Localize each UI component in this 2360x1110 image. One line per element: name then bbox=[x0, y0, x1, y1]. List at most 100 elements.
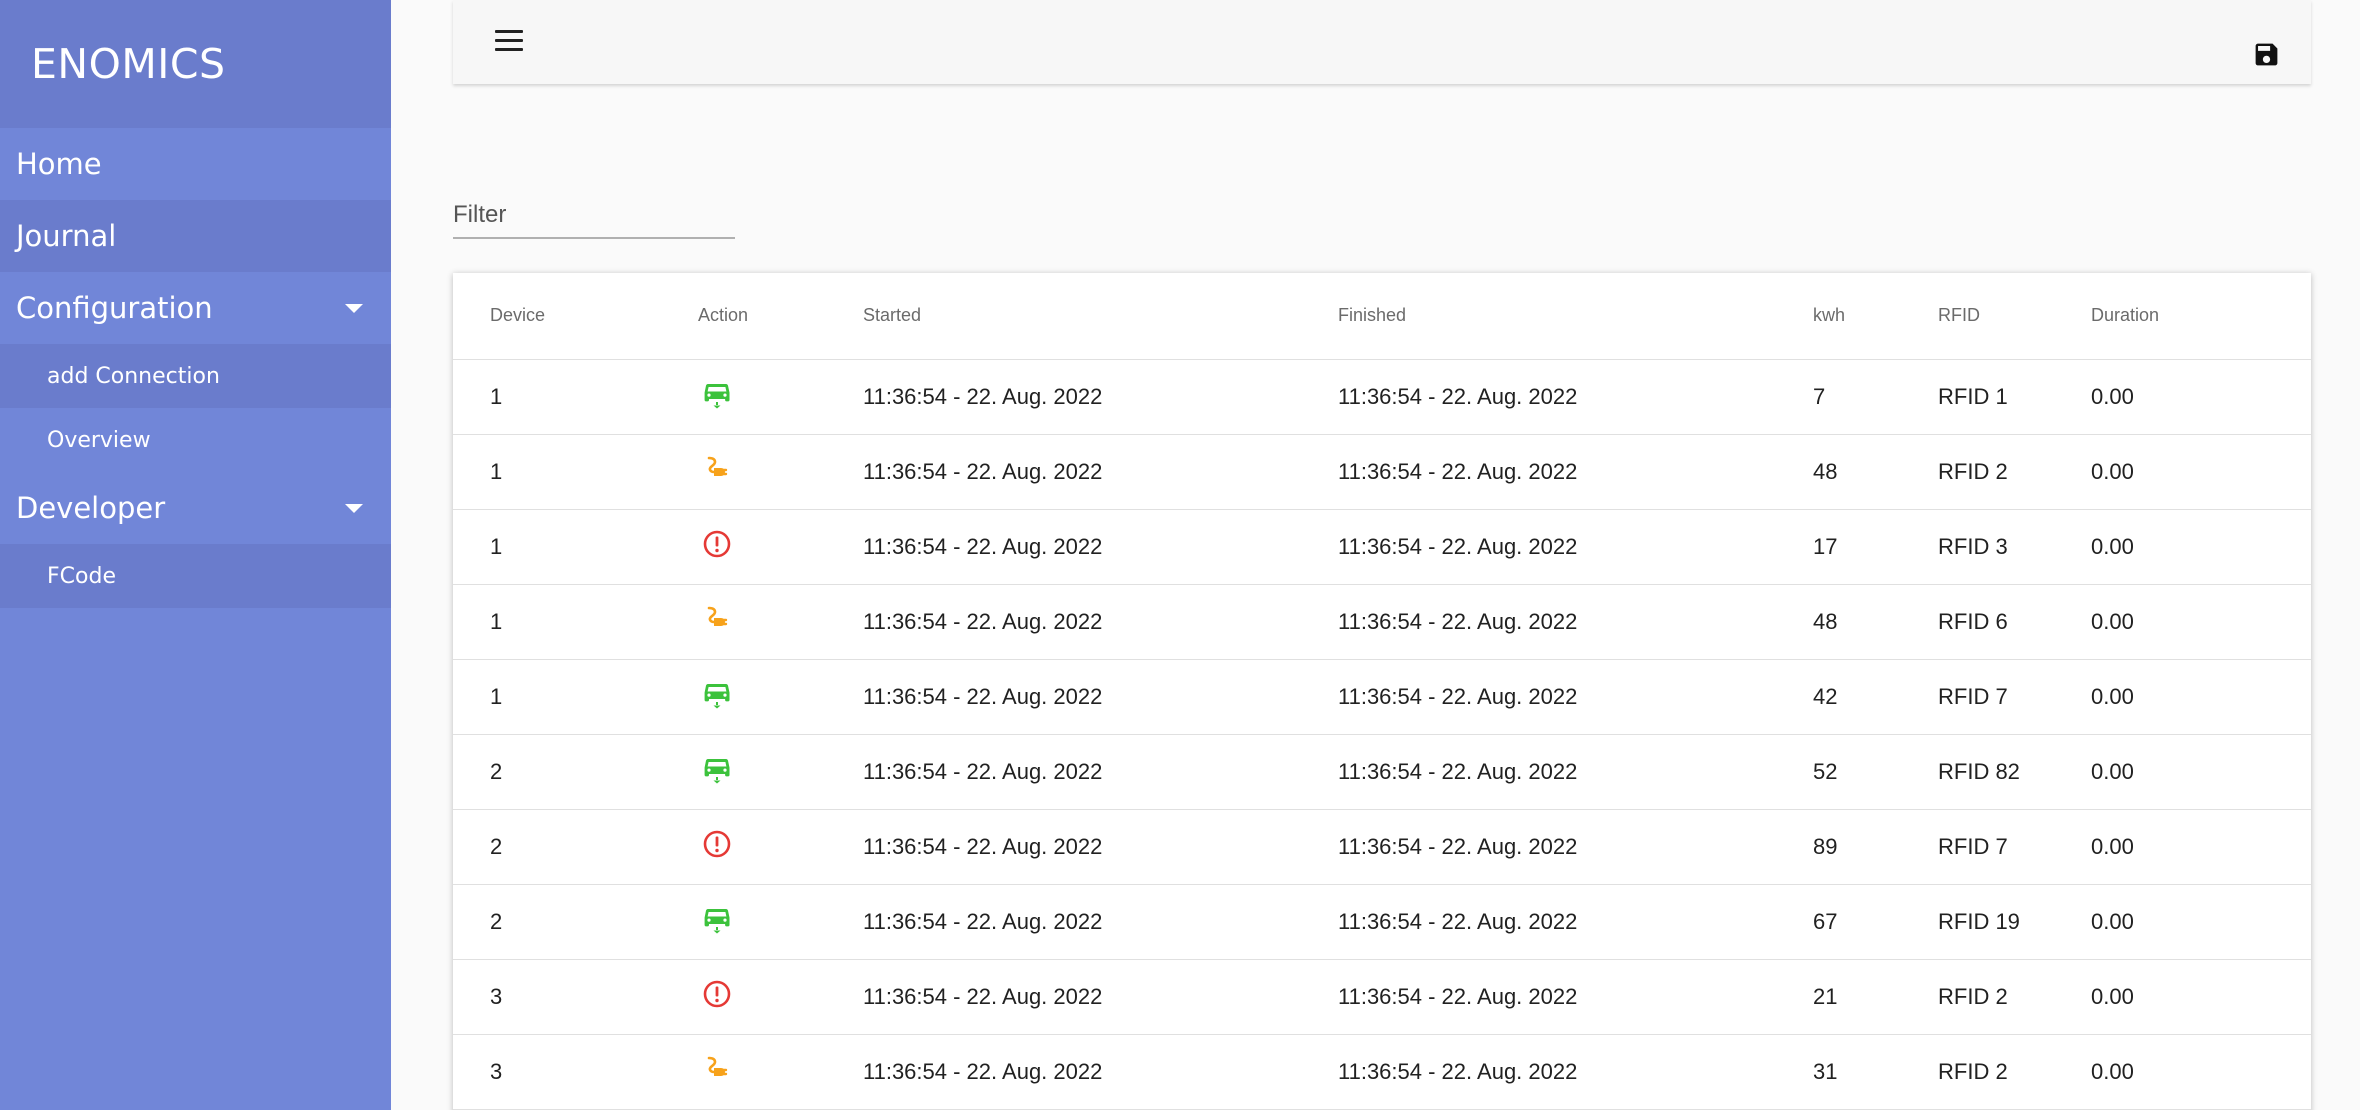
cell-action bbox=[698, 659, 863, 735]
cell-started: 11:36:54 - 22. Aug. 2022 bbox=[863, 809, 1338, 885]
sidebar-subitem-add-connection[interactable]: add Connection bbox=[0, 344, 391, 408]
cell-kwh: 42 bbox=[1813, 659, 1938, 735]
cell-started: 11:36:54 - 22. Aug. 2022 bbox=[863, 884, 1338, 960]
cell-finished: 11:36:54 - 22. Aug. 2022 bbox=[1338, 434, 1813, 510]
table-row[interactable]: 1 11:36:54 - 22. Aug. 2022 11:36:54 - 22. … bbox=[453, 434, 2311, 510]
sidebar-nav: Home Journal Configuration add Connectio… bbox=[0, 128, 391, 608]
car-charging-icon bbox=[698, 908, 733, 934]
error-icon bbox=[698, 530, 733, 558]
cell-kwh: 21 bbox=[1813, 959, 1938, 1035]
cell-duration: 0.00 bbox=[2091, 959, 2311, 1035]
cell-kwh: 31 bbox=[1813, 1034, 1938, 1110]
cell-kwh: 48 bbox=[1813, 584, 1938, 660]
car-charging-icon bbox=[698, 683, 733, 709]
cell-rfid: RFID 2 bbox=[1938, 1034, 2091, 1110]
column-header-finished[interactable]: Finished bbox=[1338, 273, 1813, 360]
hamburger-menu-icon[interactable] bbox=[495, 30, 523, 52]
plug-icon bbox=[698, 1056, 733, 1083]
journal-table-card: Device Action Started Finished kwh RFID … bbox=[453, 273, 2311, 1110]
cell-device: 1 bbox=[453, 584, 698, 660]
sidebar-item-label: Overview bbox=[47, 427, 151, 453]
table-row[interactable]: 1 11:36:54 - 22. Aug. 2022 11:36:54 - 22. … bbox=[453, 659, 2311, 735]
plug-icon bbox=[698, 606, 733, 633]
table-header-row: Device Action Started Finished kwh RFID … bbox=[453, 273, 2311, 360]
cell-action bbox=[698, 959, 863, 1035]
cell-finished: 11:36:54 - 22. Aug. 2022 bbox=[1338, 1034, 1813, 1110]
cell-device: 1 bbox=[453, 509, 698, 585]
cell-rfid: RFID 82 bbox=[1938, 734, 2091, 810]
cell-duration: 0.00 bbox=[2091, 584, 2311, 660]
cell-finished: 11:36:54 - 22. Aug. 2022 bbox=[1338, 809, 1813, 885]
cell-started: 11:36:54 - 22. Aug. 2022 bbox=[863, 734, 1338, 810]
cell-started: 11:36:54 - 22. Aug. 2022 bbox=[863, 1034, 1338, 1110]
column-header-started[interactable]: Started bbox=[863, 273, 1338, 360]
brand-logo[interactable]: ENOMICS bbox=[0, 0, 391, 128]
sidebar-item-label: add Connection bbox=[47, 363, 220, 389]
cell-device: 2 bbox=[453, 734, 698, 810]
cell-finished: 11:36:54 - 22. Aug. 2022 bbox=[1338, 509, 1813, 585]
sidebar-subitem-fcode[interactable]: FCode bbox=[0, 544, 391, 608]
cell-duration: 0.00 bbox=[2091, 434, 2311, 510]
cell-finished: 11:36:54 - 22. Aug. 2022 bbox=[1338, 659, 1813, 735]
cell-started: 11:36:54 - 22. Aug. 2022 bbox=[863, 359, 1338, 435]
cell-action bbox=[698, 809, 863, 885]
sidebar-item-label: Home bbox=[16, 147, 102, 181]
cell-rfid: RFID 6 bbox=[1938, 584, 2091, 660]
sidebar-item-label: FCode bbox=[47, 563, 116, 589]
table-row[interactable]: 2 11:36:54 - 22. Aug. 2022 11:36:54 - 22. … bbox=[453, 809, 2311, 885]
cell-kwh: 52 bbox=[1813, 734, 1938, 810]
cell-action bbox=[698, 359, 863, 435]
cell-device: 1 bbox=[453, 659, 698, 735]
cell-rfid: RFID 1 bbox=[1938, 359, 2091, 435]
cell-rfid: RFID 19 bbox=[1938, 884, 2091, 960]
cell-finished: 11:36:54 - 22. Aug. 2022 bbox=[1338, 884, 1813, 960]
cell-device: 3 bbox=[453, 959, 698, 1035]
cell-started: 11:36:54 - 22. Aug. 2022 bbox=[863, 434, 1338, 510]
sidebar-item-journal[interactable]: Journal bbox=[0, 200, 391, 272]
cell-duration: 0.00 bbox=[2091, 659, 2311, 735]
cell-finished: 11:36:54 - 22. Aug. 2022 bbox=[1338, 584, 1813, 660]
cell-duration: 0.00 bbox=[2091, 509, 2311, 585]
cell-kwh: 7 bbox=[1813, 359, 1938, 435]
column-header-kwh[interactable]: kwh bbox=[1813, 273, 1938, 360]
error-icon bbox=[698, 980, 733, 1008]
sidebar-item-label: Journal bbox=[16, 219, 117, 253]
cell-kwh: 17 bbox=[1813, 509, 1938, 585]
cell-rfid: RFID 7 bbox=[1938, 809, 2091, 885]
cell-started: 11:36:54 - 22. Aug. 2022 bbox=[863, 584, 1338, 660]
cell-device: 1 bbox=[453, 359, 698, 435]
cell-action bbox=[698, 434, 863, 510]
table-row[interactable]: 3 11:36:54 - 22. Aug. 2022 11:36:54 - 22. … bbox=[453, 959, 2311, 1035]
cell-finished: 11:36:54 - 22. Aug. 2022 bbox=[1338, 959, 1813, 1035]
cell-duration: 0.00 bbox=[2091, 809, 2311, 885]
sidebar-item-home[interactable]: Home bbox=[0, 128, 391, 200]
cell-kwh: 48 bbox=[1813, 434, 1938, 510]
table-row[interactable]: 2 11:36:54 - 22. Aug. 2022 11:36:54 - 22. … bbox=[453, 884, 2311, 960]
cell-started: 11:36:54 - 22. Aug. 2022 bbox=[863, 959, 1338, 1035]
floppy-disk-icon[interactable] bbox=[2252, 40, 2281, 69]
table-row[interactable]: 1 11:36:54 - 22. Aug. 2022 11:36:54 - 22. … bbox=[453, 359, 2311, 435]
column-header-rfid[interactable]: RFID bbox=[1938, 273, 2091, 360]
column-header-action[interactable]: Action bbox=[698, 273, 863, 360]
table-row[interactable]: 2 11:36:54 - 22. Aug. 2022 11:36:54 - 22. … bbox=[453, 734, 2311, 810]
caret-down-icon bbox=[345, 303, 363, 313]
sidebar-item-configuration[interactable]: Configuration bbox=[0, 272, 391, 344]
cell-device: 1 bbox=[453, 434, 698, 510]
table-row[interactable]: 1 11:36:54 - 22. Aug. 2022 11:36:54 - 22. … bbox=[453, 584, 2311, 660]
cell-rfid: RFID 2 bbox=[1938, 434, 2091, 510]
caret-down-icon bbox=[345, 503, 363, 513]
cell-action bbox=[698, 884, 863, 960]
cell-finished: 11:36:54 - 22. Aug. 2022 bbox=[1338, 359, 1813, 435]
column-header-duration[interactable]: Duration bbox=[2091, 273, 2311, 360]
sidebar: ENOMICS Home Journal Configuration add C… bbox=[0, 0, 391, 1110]
cell-action bbox=[698, 734, 863, 810]
table-row[interactable]: 3 11:36:54 - 22. Aug. 2022 11:36:54 - 22. … bbox=[453, 1034, 2311, 1110]
cell-kwh: 67 bbox=[1813, 884, 1938, 960]
sidebar-item-developer[interactable]: Developer bbox=[0, 472, 391, 544]
top-app-bar bbox=[453, 0, 2311, 84]
filter-input[interactable] bbox=[453, 193, 735, 239]
column-header-device[interactable]: Device bbox=[453, 273, 698, 360]
sidebar-subitem-overview[interactable]: Overview bbox=[0, 408, 391, 472]
journal-table: Device Action Started Finished kwh RFID … bbox=[453, 273, 2311, 1110]
table-row[interactable]: 1 11:36:54 - 22. Aug. 2022 11:36:54 - 22. … bbox=[453, 509, 2311, 585]
